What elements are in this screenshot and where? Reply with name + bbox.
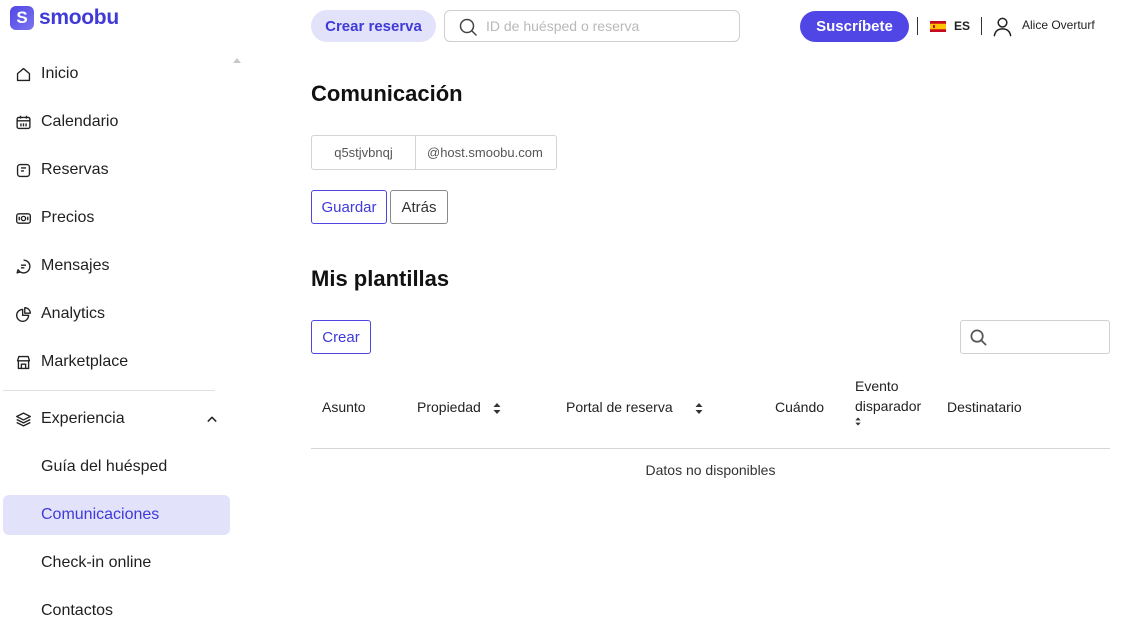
- sidebar-section-label: Experiencia: [41, 410, 125, 427]
- marketplace-icon: [16, 355, 31, 370]
- column-header-label: Portal de reserva: [566, 399, 673, 415]
- sidebar: S smoobu Inicio Calendario Reservas Prec…: [0, 0, 244, 640]
- column-header-portal[interactable]: Portal de reserva: [566, 397, 703, 417]
- sidebar-item-reservas[interactable]: Reservas: [3, 150, 230, 190]
- templates-search-box[interactable]: [960, 320, 1110, 354]
- sidebar-item-label: Check-in online: [41, 554, 152, 571]
- search-icon: [970, 329, 987, 346]
- sidebar-divider: [3, 390, 215, 391]
- sidebar-item-comunicaciones[interactable]: Comunicaciones: [3, 495, 230, 535]
- sidebar-item-label: Analytics: [41, 305, 106, 322]
- column-header-label: Propiedad: [417, 399, 481, 415]
- sidebar-section-experiencia[interactable]: Experiencia: [3, 399, 230, 439]
- calendar-icon: [16, 115, 31, 130]
- sort-icon[interactable]: [493, 402, 501, 414]
- user-icon[interactable]: [992, 16, 1013, 37]
- sidebar-item-label: Inicio: [41, 65, 79, 82]
- create-booking-button[interactable]: Crear reserva: [311, 10, 436, 42]
- sidebar-item-checkin-online[interactable]: Check-in online: [3, 543, 230, 583]
- logo-text: smoobu: [39, 6, 119, 29]
- topbar-separator: [917, 17, 918, 35]
- sidebar-item-precios[interactable]: Precios: [3, 198, 230, 238]
- chevron-up-icon[interactable]: [207, 414, 217, 424]
- layers-icon: [16, 412, 31, 427]
- sort-icon[interactable]: [695, 402, 703, 414]
- sidebar-item-label: Marketplace: [41, 353, 129, 370]
- sidebar-item-label: Calendario: [41, 113, 119, 130]
- sidebar-item-label: Contactos: [41, 602, 114, 619]
- booking-search-input[interactable]: [486, 16, 731, 36]
- column-header-cuando: Cuándo: [775, 397, 824, 417]
- column-header-label: Evento disparador: [855, 378, 922, 414]
- column-header-destinatario: Destinatario: [947, 397, 1022, 417]
- column-header-label: Destinatario: [947, 399, 1022, 415]
- scroll-up-icon[interactable]: [233, 58, 241, 63]
- sidebar-item-label: Precios: [41, 209, 95, 226]
- user-name[interactable]: Alice Overturf: [1022, 18, 1095, 32]
- column-header-label: Asunto: [322, 399, 366, 415]
- templates-title: Mis plantillas: [311, 266, 450, 291]
- column-header-label: Cuándo: [775, 399, 825, 415]
- home-icon: [16, 67, 31, 82]
- prices-icon: [16, 213, 31, 224]
- sidebar-item-marketplace[interactable]: Marketplace: [3, 342, 230, 382]
- sidebar-item-mensajes[interactable]: Mensajes: [3, 246, 230, 286]
- sidebar-item-guia-huesped[interactable]: Guía del huésped: [3, 447, 230, 487]
- templates-search-input[interactable]: [994, 328, 1102, 346]
- create-template-button[interactable]: Crear: [311, 320, 371, 354]
- sidebar-item-label: Comunicaciones: [41, 506, 160, 523]
- back-button[interactable]: Atrás: [390, 190, 448, 224]
- analytics-icon: [16, 307, 31, 322]
- language-selector[interactable]: ES: [954, 19, 970, 33]
- sidebar-item-analytics[interactable]: Analytics: [3, 294, 230, 334]
- email-domain-part: @host.smoobu.com: [427, 145, 543, 160]
- sidebar-item-calendario[interactable]: Calendario: [3, 102, 230, 142]
- email-local-part[interactable]: q5stjvbnqj: [312, 136, 416, 169]
- table-empty-message: Datos no disponibles: [645, 462, 776, 478]
- sidebar-item-inicio[interactable]: Inicio: [3, 54, 230, 94]
- search-icon: [459, 18, 477, 36]
- column-header-asunto: Asunto: [322, 397, 366, 417]
- sidebar-item-label: Mensajes: [41, 257, 110, 274]
- sidebar-item-contactos[interactable]: Contactos: [3, 591, 230, 631]
- booking-search-box[interactable]: [444, 10, 740, 42]
- save-button[interactable]: Guardar: [311, 190, 387, 224]
- communication-email-field: q5stjvbnqj @host.smoobu.com: [311, 135, 557, 170]
- topbar-separator: [981, 17, 982, 35]
- sidebar-item-label: Reservas: [41, 161, 109, 178]
- column-header-evento[interactable]: Evento disparador: [855, 376, 935, 426]
- table-header-divider: [311, 448, 1110, 449]
- messages-icon: [16, 259, 31, 274]
- spain-flag-icon[interactable]: [930, 21, 946, 32]
- subscribe-button[interactable]: Suscríbete: [800, 11, 909, 42]
- page-title: Comunicación: [311, 81, 463, 106]
- column-header-propiedad[interactable]: Propiedad: [417, 397, 501, 417]
- sidebar-item-label: Guía del huésped: [41, 458, 168, 475]
- logo-mark-icon: S: [10, 6, 34, 30]
- smoobu-logo[interactable]: S smoobu: [10, 6, 119, 30]
- bookings-icon: [16, 163, 31, 178]
- sort-icon[interactable]: [855, 417, 861, 426]
